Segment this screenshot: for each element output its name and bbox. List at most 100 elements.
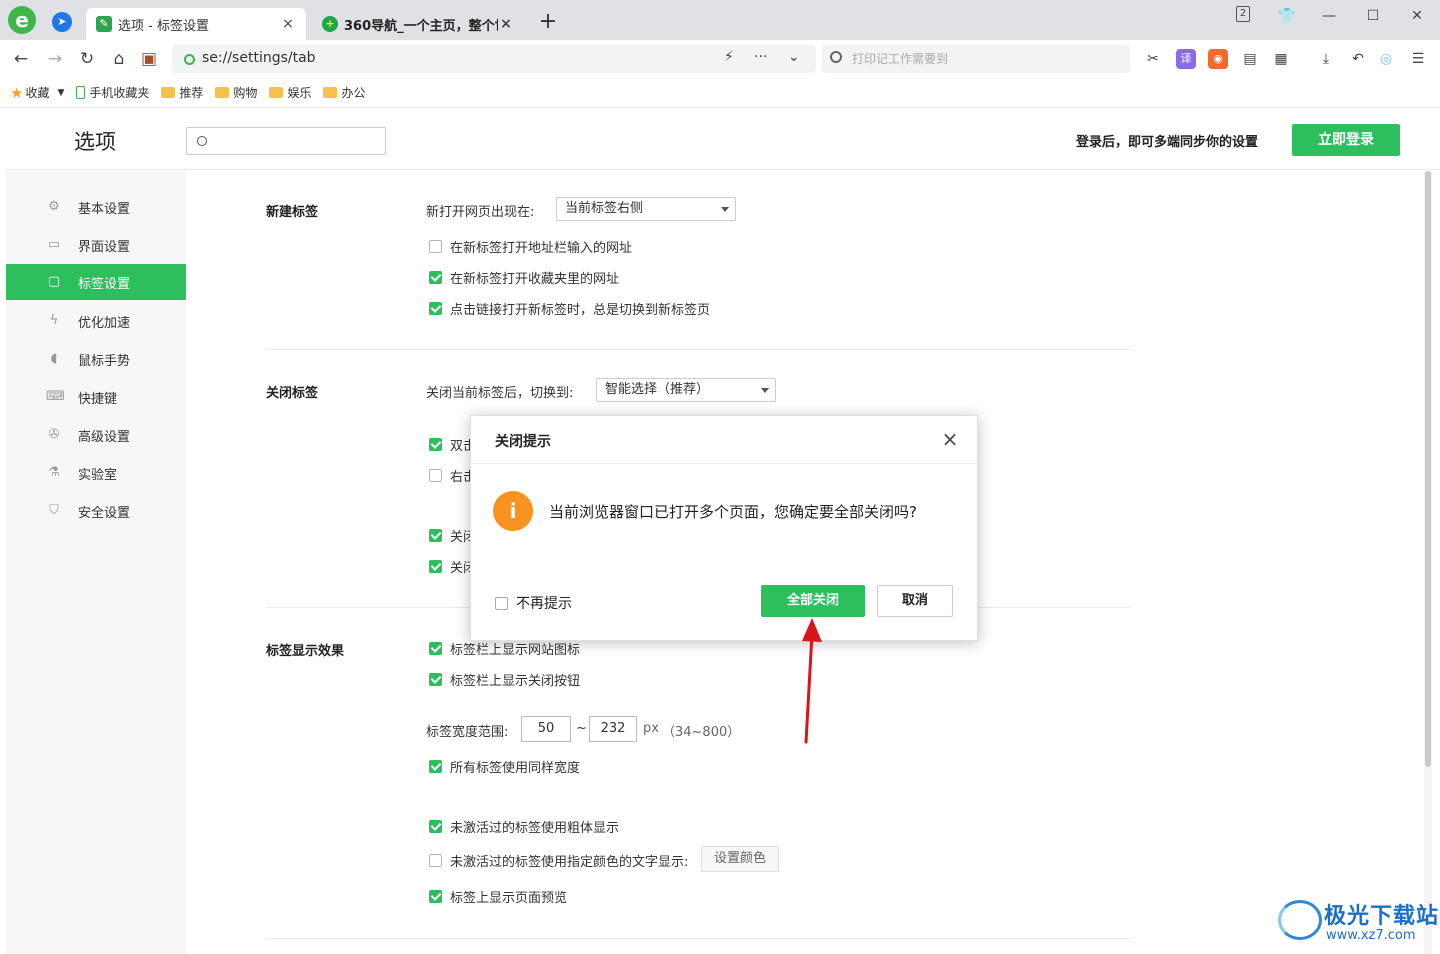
dont-remind-checkbox[interactable]: 不再提示 — [495, 593, 572, 613]
tab-360-nav[interactable]: + 360导航_一个主页，整个世界 × — [312, 8, 524, 40]
checkbox-show-site-icon[interactable]: 标签栏上显示网站图标 — [429, 639, 580, 658]
checkbox-icon[interactable] — [429, 271, 442, 284]
caret-down-icon[interactable]: ▼ — [57, 88, 64, 98]
checkbox-label: 标签上显示页面预览 — [450, 891, 568, 906]
dialog-message: 当前浏览器窗口已打开多个页面，您确定要全部关闭吗? — [549, 503, 917, 521]
checkbox-label: 标签栏上显示关闭按钮 — [450, 674, 581, 689]
window-count-badge[interactable]: 2 — [1236, 6, 1250, 22]
scrollbar-thumb[interactable] — [1425, 171, 1431, 767]
checkbox-icon[interactable] — [495, 596, 508, 610]
open-position-label: 新打开网页出现在: — [426, 205, 535, 220]
range-separator: ~ — [576, 721, 587, 736]
skin-icon[interactable]: 👕 — [1272, 4, 1302, 28]
search-input[interactable]: 打印记工作需要到 — [822, 45, 1130, 73]
bookmark-folder-office[interactable]: 办公 — [323, 84, 365, 101]
checkbox-icon[interactable] — [429, 240, 442, 253]
bookmark-favorites[interactable]: ★ 收藏 ▼ — [10, 84, 64, 102]
login-button[interactable]: 立即登录 — [1292, 124, 1400, 156]
bookmark-folder-recommend[interactable]: 推荐 — [161, 84, 203, 101]
sidebar-item-optimize[interactable]: ϟ 优化加速 — [6, 303, 186, 339]
checkbox-unvisited-bold[interactable]: 未激活过的标签使用粗体显示 — [429, 817, 619, 836]
game-icon[interactable]: ◉ — [1208, 49, 1228, 69]
open-position-select[interactable]: 当前标签右侧 — [556, 197, 736, 221]
minimize-icon[interactable]: — — [1314, 4, 1344, 28]
section-divider — [266, 349, 1132, 350]
browser-logo-icon[interactable]: e — [8, 6, 36, 34]
maximize-icon[interactable]: ☐ — [1358, 4, 1388, 28]
chevron-down-icon[interactable]: ⌄ — [788, 49, 800, 65]
address-bar[interactable]: se://settings/tab ⚡ ··· ⌄ — [172, 45, 816, 73]
cancel-button[interactable]: 取消 — [877, 585, 953, 617]
tab-settings[interactable]: ✎ 选项 - 标签设置 × — [86, 8, 306, 40]
checkbox-close-option-3[interactable]: 关闭 — [429, 526, 476, 545]
home-icon[interactable]: ⌂ — [108, 48, 130, 70]
sidebar-item-security[interactable]: ⛉ 安全设置 — [6, 493, 186, 529]
tab-width-min-input[interactable]: 50 — [521, 716, 571, 742]
tab-close-icon[interactable]: × — [498, 16, 514, 32]
sidebar-item-label: 基本设置 — [78, 201, 131, 217]
checkbox-icon[interactable] — [429, 890, 442, 903]
checkbox-show-close-button[interactable]: 标签栏上显示关闭按钮 — [429, 670, 580, 689]
bookmark-mobile[interactable]: 手机收藏夹 — [76, 84, 149, 101]
checkbox-same-width[interactable]: 所有标签使用同样宽度 — [429, 757, 580, 776]
checkbox-open-address-bar[interactable]: 在新标签打开地址栏输入的网址 — [429, 237, 632, 256]
reader-icon[interactable]: ▤ — [1240, 49, 1260, 69]
undo-icon[interactable]: ↶ — [1348, 49, 1368, 69]
sidebar-item-advanced[interactable]: ✇ 高级设置 — [6, 417, 186, 453]
wallet-icon[interactable]: ▣ — [138, 48, 160, 70]
checkbox-icon[interactable] — [429, 854, 442, 867]
checkbox-switch-new-tab[interactable]: 点击链接打开新标签时，总是切换到新标签页 — [429, 299, 710, 318]
checkbox-icon[interactable] — [429, 560, 442, 573]
checkbox-icon[interactable] — [429, 469, 442, 482]
apps-grid-icon[interactable]: ▦ — [1271, 49, 1291, 69]
new-tab-button[interactable]: + — [536, 10, 560, 34]
sidebar-item-label: 实验室 — [78, 467, 118, 483]
forward-icon[interactable]: → — [44, 48, 66, 70]
checkbox-icon[interactable] — [429, 438, 442, 451]
tab-close-icon[interactable]: × — [280, 16, 296, 32]
reload-icon[interactable]: ↻ — [76, 48, 98, 70]
more-icon[interactable]: ··· — [754, 49, 767, 65]
checkbox-page-preview[interactable]: 标签上显示页面预览 — [429, 887, 567, 906]
checkbox-icon[interactable] — [429, 760, 442, 773]
checkbox-icon[interactable] — [429, 302, 442, 315]
switch-after-close-select[interactable]: 智能选择（推荐） — [596, 378, 776, 402]
checkbox-unvisited-color[interactable]: 未激活过的标签使用指定颜色的文字显示: — [429, 851, 688, 870]
checkbox-close-double-click[interactable]: 双击 — [429, 435, 476, 454]
sidebar-item-shortcuts[interactable]: ⌨ 快捷键 — [6, 379, 186, 415]
menu-icon[interactable]: ☰ — [1408, 49, 1428, 69]
checkbox-icon[interactable] — [429, 820, 442, 833]
account-icon[interactable]: ◎ — [1376, 49, 1396, 69]
sidebar-item-interface[interactable]: ▭ 界面设置 — [6, 227, 186, 263]
scrollbar[interactable] — [1424, 171, 1432, 954]
window-icon: ▭ — [47, 237, 61, 252]
scissors-icon[interactable]: ✂ — [1143, 49, 1163, 69]
speed-icon[interactable]: ⚡ — [724, 49, 734, 65]
pinned-tab-icon[interactable]: ➤ — [52, 12, 72, 32]
sidebar-item-tabs[interactable]: ▢ 标签设置 — [6, 264, 186, 300]
section-title-display: 标签显示效果 — [266, 644, 345, 659]
back-icon[interactable]: ← — [10, 48, 32, 70]
url-text[interactable]: se://settings/tab — [202, 50, 316, 66]
settings-search-input[interactable] — [186, 127, 386, 155]
tab-width-max-input[interactable]: 232 — [589, 716, 637, 742]
360-favicon-icon: + — [322, 16, 338, 32]
sidebar-item-lab[interactable]: ⚗ 实验室 — [6, 455, 186, 491]
navigation-bar: ← → ↻ ⌂ ▣ se://settings/tab ⚡ ··· ⌄ 打印记工… — [0, 40, 1440, 78]
sidebar-item-basic[interactable]: ⚙ 基本设置 — [6, 189, 186, 225]
checkbox-close-option-4[interactable]: 关闭 — [429, 557, 476, 576]
checkbox-close-right-click[interactable]: 右击 — [429, 466, 476, 485]
dialog-close-icon[interactable]: × — [939, 428, 961, 450]
set-color-button[interactable]: 设置颜色 — [701, 846, 779, 872]
secure-icon — [184, 54, 195, 65]
checkbox-icon[interactable] — [429, 642, 442, 655]
checkbox-open-favorites[interactable]: 在新标签打开收藏夹里的网址 — [429, 268, 619, 287]
translate-icon[interactable]: 译 — [1176, 49, 1196, 69]
sidebar-item-mouse-gesture[interactable]: ◖ 鼠标手势 — [6, 341, 186, 377]
bookmark-folder-shopping[interactable]: 购物 — [215, 84, 257, 101]
checkbox-icon[interactable] — [429, 529, 442, 542]
checkbox-icon[interactable] — [429, 673, 442, 686]
bookmark-folder-entertainment[interactable]: 娱乐 — [269, 84, 311, 101]
window-close-icon[interactable]: ✕ — [1402, 4, 1432, 28]
download-icon[interactable]: ⤓ — [1316, 49, 1336, 69]
